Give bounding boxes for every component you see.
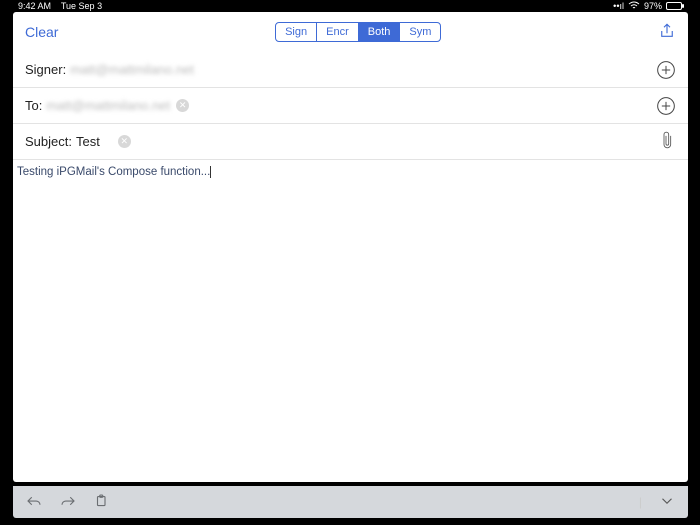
clear-subject-button[interactable]: ✕ bbox=[118, 135, 131, 148]
battery-icon bbox=[666, 2, 682, 10]
segment-both[interactable]: Both bbox=[358, 23, 400, 41]
wifi-icon bbox=[628, 1, 640, 12]
status-right: ••ıl 97% bbox=[613, 1, 682, 12]
message-body[interactable]: Testing iPGMail's Compose function... bbox=[13, 160, 688, 482]
remove-recipient-button[interactable]: ✕ bbox=[176, 99, 189, 112]
header-bar: Clear Sign Encr Both Sym bbox=[13, 12, 688, 52]
mode-segmented-control: Sign Encr Both Sym bbox=[275, 22, 441, 42]
status-time: 9:42 AM bbox=[18, 1, 51, 11]
subject-label: Subject: bbox=[25, 134, 72, 149]
status-bar: 9:42 AM Tue Sep 3 ••ıl 97% bbox=[0, 0, 700, 12]
body-text: Testing iPGMail's Compose function... bbox=[17, 166, 210, 178]
signer-label: Signer: bbox=[25, 62, 66, 77]
status-date: Tue Sep 3 bbox=[61, 1, 102, 11]
attachment-icon[interactable] bbox=[660, 129, 676, 154]
status-left: 9:42 AM Tue Sep 3 bbox=[18, 1, 102, 11]
subject-row: Subject: Test ✕ bbox=[13, 124, 688, 160]
segment-sym[interactable]: Sym bbox=[399, 23, 440, 41]
signer-value[interactable]: matt@mattmilano.net bbox=[70, 62, 194, 77]
bottom-toolbar: | bbox=[13, 486, 688, 518]
signal-icon: ••ıl bbox=[613, 1, 624, 11]
collapse-keyboard-button[interactable] bbox=[658, 493, 676, 512]
add-signer-button[interactable] bbox=[656, 60, 676, 80]
add-recipient-button[interactable] bbox=[656, 96, 676, 116]
signer-row: Signer: matt@mattmilano.net bbox=[13, 52, 688, 88]
subject-value[interactable]: Test bbox=[76, 134, 100, 149]
paste-button[interactable] bbox=[93, 493, 111, 512]
clear-button[interactable]: Clear bbox=[25, 24, 58, 40]
segment-encr[interactable]: Encr bbox=[316, 23, 358, 41]
battery-pct: 97% bbox=[644, 1, 662, 11]
segment-sign[interactable]: Sign bbox=[276, 23, 316, 41]
undo-button[interactable] bbox=[25, 493, 43, 512]
to-value[interactable]: matt@mattmilano.net bbox=[46, 98, 170, 113]
to-row: To: matt@mattmilano.net ✕ bbox=[13, 88, 688, 124]
to-label: To: bbox=[25, 98, 42, 113]
redo-button[interactable] bbox=[59, 493, 77, 512]
share-icon[interactable] bbox=[658, 22, 676, 43]
text-cursor bbox=[210, 166, 211, 178]
compose-window: Clear Sign Encr Both Sym Signer: matt@ma… bbox=[13, 12, 688, 482]
toolbar-divider: | bbox=[639, 495, 642, 509]
